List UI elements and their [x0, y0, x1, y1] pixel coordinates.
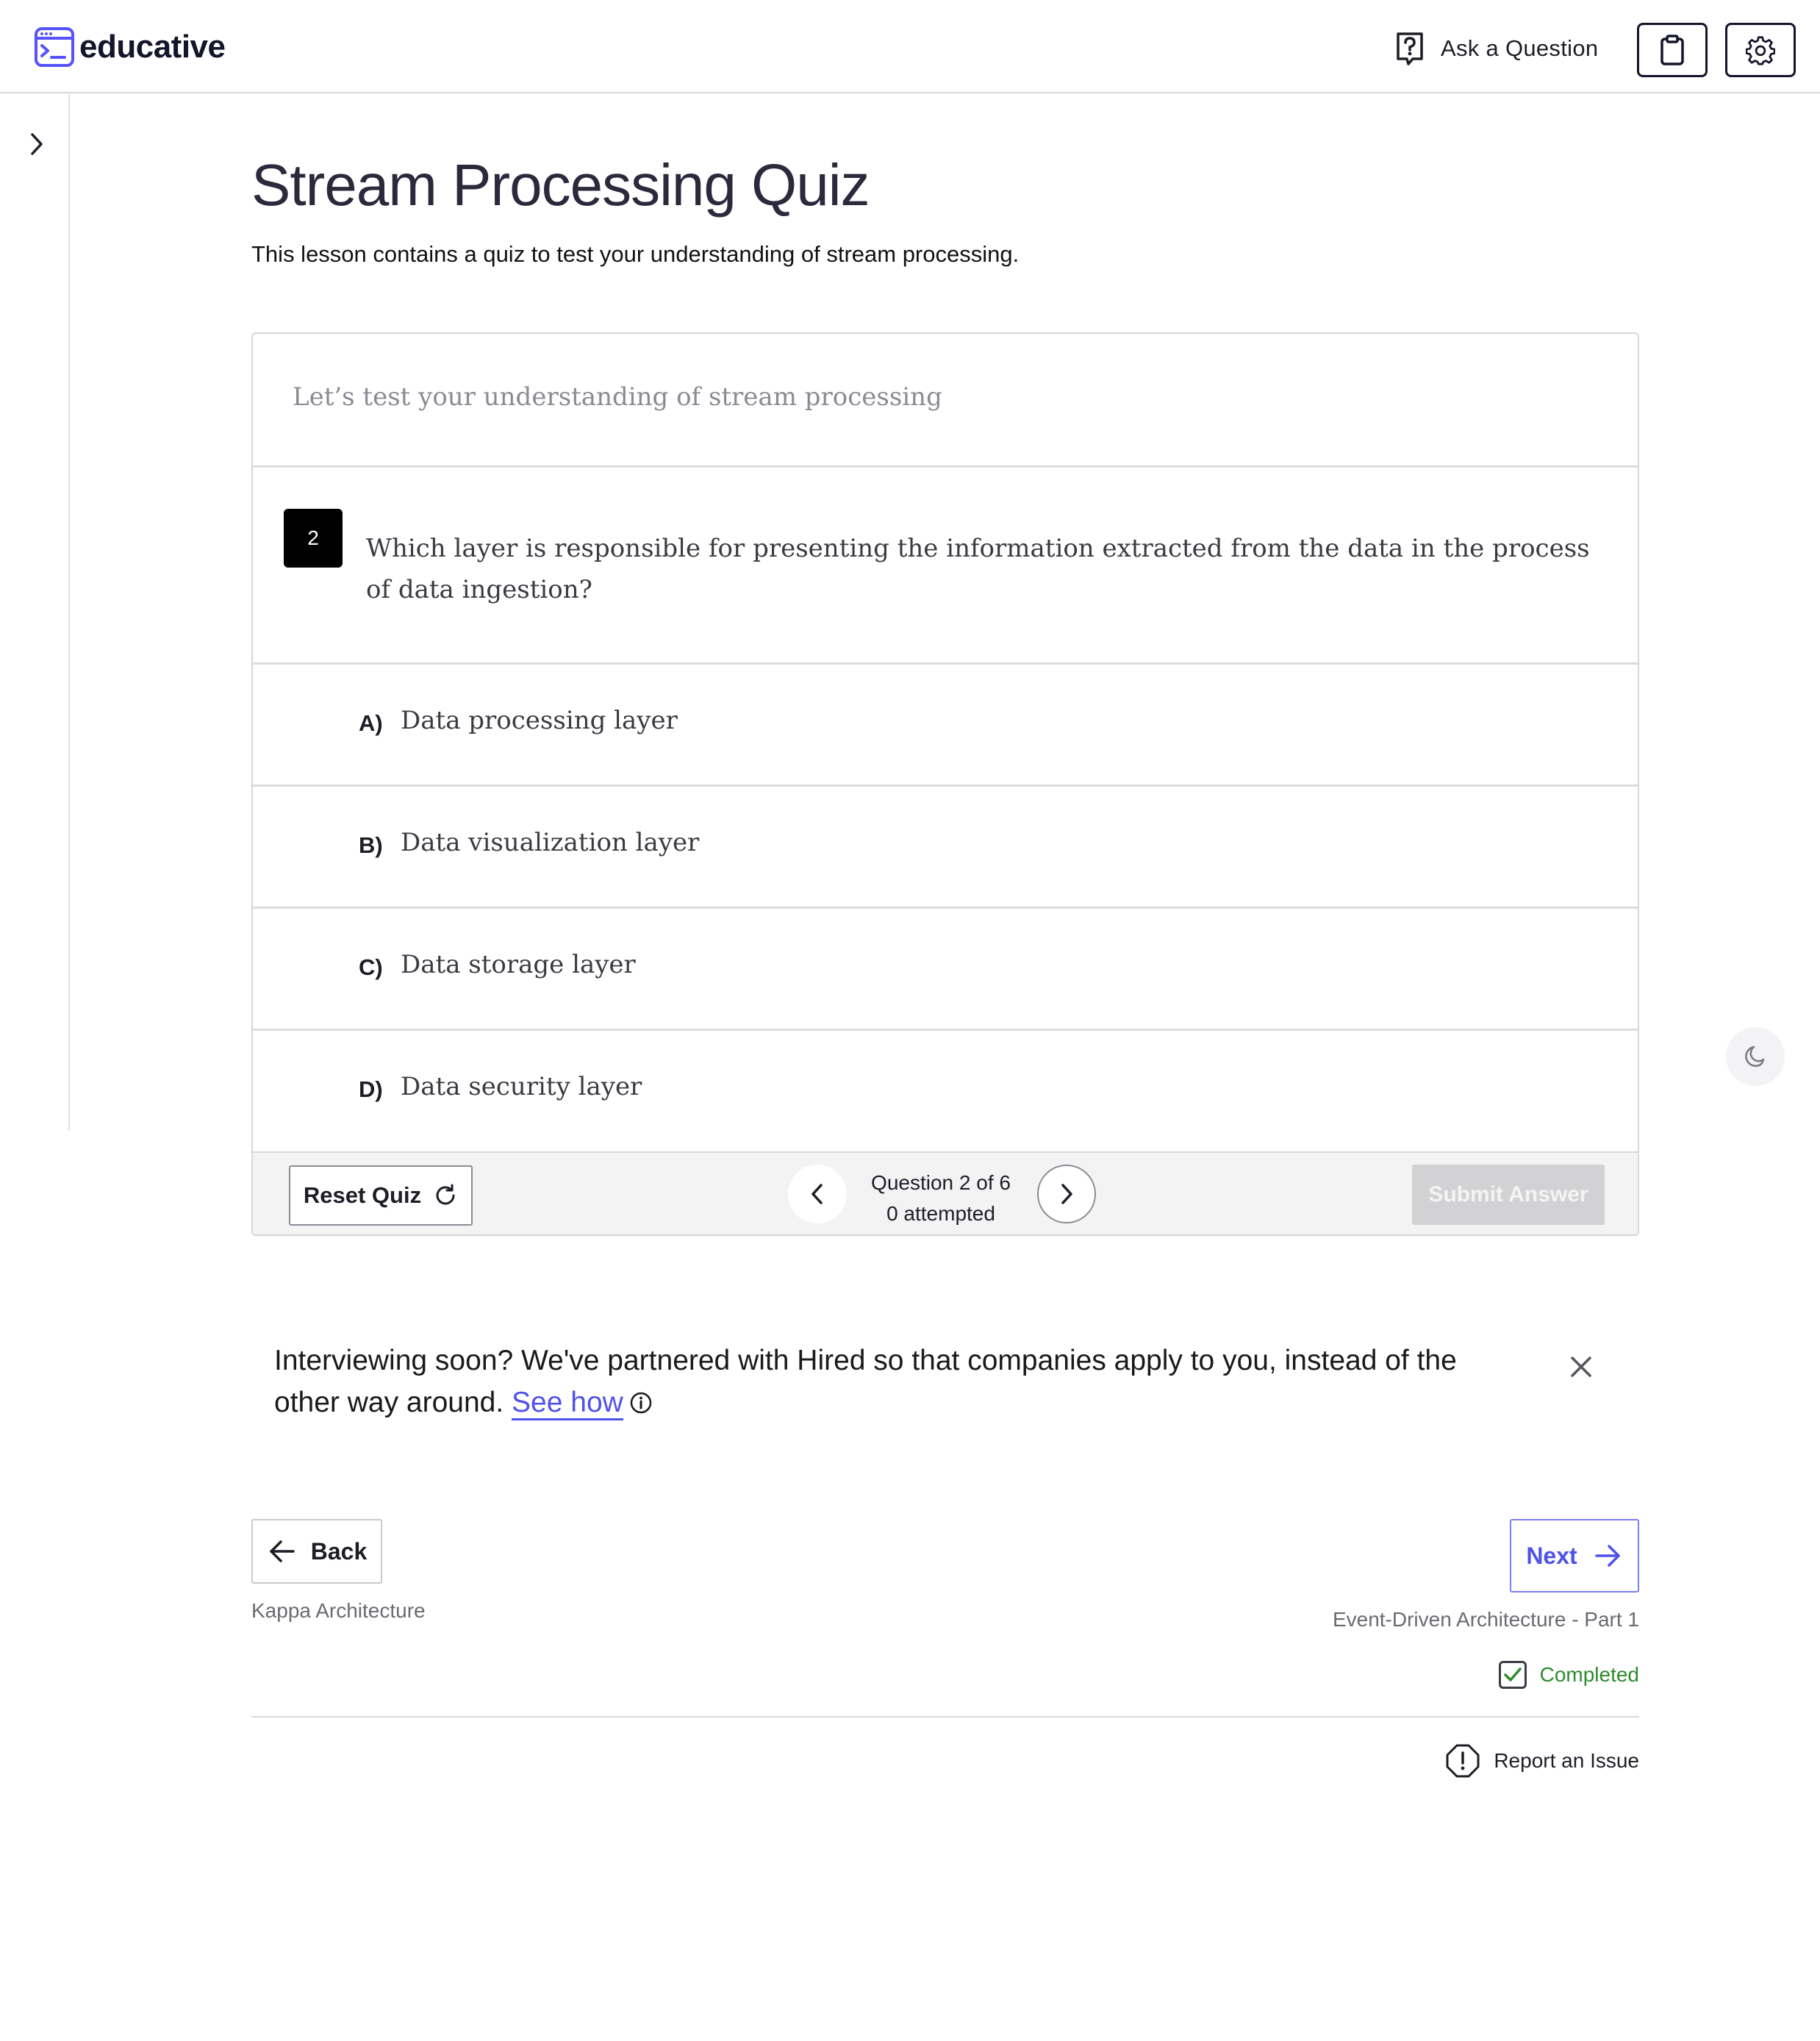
moon-icon	[1745, 1045, 1765, 1068]
report-issue-button[interactable]: Report an Issue	[1445, 1743, 1639, 1779]
notes-button[interactable]	[1637, 23, 1708, 77]
answer-option-a[interactable]: A) Data processing layer	[253, 665, 1638, 787]
dark-mode-toggle[interactable]	[1726, 1027, 1785, 1086]
educative-logo[interactable]: educative	[34, 26, 226, 68]
logo-icon	[35, 27, 74, 67]
option-text: Data visualization layer	[401, 828, 700, 857]
question-bubble-icon	[1397, 32, 1423, 65]
reset-quiz-label: Reset Quiz	[303, 1182, 422, 1208]
option-text: Data processing layer	[401, 706, 678, 735]
option-letter: C)	[359, 954, 383, 980]
info-icon[interactable]	[629, 1391, 653, 1415]
settings-button[interactable]	[1725, 23, 1796, 77]
question-number-badge: 2	[284, 509, 343, 568]
answer-option-b[interactable]: B) Data visualization layer	[253, 787, 1638, 909]
close-icon	[1571, 1357, 1591, 1377]
answer-option-c[interactable]: C) Data storage layer	[253, 909, 1638, 1031]
next-label: Next	[1526, 1542, 1577, 1569]
arrow-right-icon	[1594, 1545, 1620, 1567]
previous-lesson-title[interactable]: Kappa Architecture	[251, 1599, 426, 1623]
option-letter: B)	[359, 832, 383, 858]
hired-promo-banner: Interviewing soon? We've partnered with …	[274, 1340, 1524, 1423]
quiz-intro: Let’s test your understanding of stream …	[253, 334, 1638, 468]
close-promo-button[interactable]	[1566, 1352, 1596, 1381]
completed-label: Completed	[1539, 1663, 1639, 1686]
refresh-icon	[436, 1184, 455, 1205]
completed-checkbox[interactable]	[1498, 1661, 1527, 1689]
top-header: educative Ask a Question	[0, 0, 1820, 93]
arrow-left-icon	[270, 1540, 295, 1562]
alert-octagon-icon	[1446, 1744, 1480, 1778]
back-label: Back	[310, 1537, 368, 1565]
chevron-right-icon	[31, 133, 43, 155]
next-lesson-button[interactable]: Next	[1510, 1519, 1639, 1593]
option-text: Data storage layer	[401, 950, 636, 979]
checkmark-icon	[1503, 1668, 1522, 1681]
ask-question-label: Ask a Question	[1441, 35, 1599, 61]
next-question-button[interactable]	[1037, 1165, 1096, 1223]
question-count: Question 2 of 6	[871, 1171, 1011, 1194]
promo-text: Interviewing soon? We've partnered with …	[274, 1345, 1457, 1418]
clipboard-icon	[1660, 35, 1684, 65]
question-progress: Question 2 of 6 0 attempted	[860, 1168, 1022, 1229]
attempted-count: 0 attempted	[886, 1202, 995, 1225]
option-letter: D)	[359, 1076, 383, 1102]
course-sidebar	[0, 94, 70, 1131]
page-subtitle: This lesson contains a quiz to test your…	[251, 241, 1020, 267]
next-lesson-title[interactable]: Event-Driven Architecture - Part 1	[1333, 1608, 1639, 1631]
report-issue-label: Report an Issue	[1494, 1749, 1639, 1772]
quiz-intro-text: Let’s test your understanding of stream …	[293, 382, 942, 412]
question-text: Which layer is responsible for presentin…	[366, 534, 1590, 604]
answer-option-d[interactable]: D) Data security layer	[253, 1031, 1638, 1153]
reset-quiz-button[interactable]: Reset Quiz	[289, 1165, 473, 1226]
ask-question-button[interactable]: Ask a Question	[1394, 28, 1598, 69]
chevron-left-icon	[812, 1184, 823, 1204]
chevron-right-icon	[1061, 1184, 1072, 1204]
completed-status[interactable]: Completed	[1498, 1661, 1639, 1689]
footer-divider	[251, 1716, 1639, 1717]
quiz-card: Let’s test your understanding of stream …	[251, 332, 1639, 1236]
page-title: Stream Processing Quiz	[251, 152, 870, 218]
page-root: educative Ask a Question Stream Processi…	[0, 0, 1820, 2041]
quiz-footer: Reset Quiz Question 2 of 6 0 attempted S…	[253, 1153, 1638, 1234]
question-block: 2 Which layer is responsible for present…	[253, 468, 1638, 665]
logo-text: educative	[79, 29, 226, 65]
option-letter: A)	[359, 710, 383, 736]
previous-question-button[interactable]	[788, 1165, 847, 1223]
gear-icon	[1746, 36, 1775, 65]
option-text: Data security layer	[401, 1072, 642, 1101]
submit-answer-button[interactable]: Submit Answer	[1412, 1165, 1605, 1225]
expand-sidebar-button[interactable]	[22, 129, 51, 159]
see-how-link[interactable]: See how	[512, 1387, 623, 1420]
back-button[interactable]: Back	[251, 1519, 382, 1584]
